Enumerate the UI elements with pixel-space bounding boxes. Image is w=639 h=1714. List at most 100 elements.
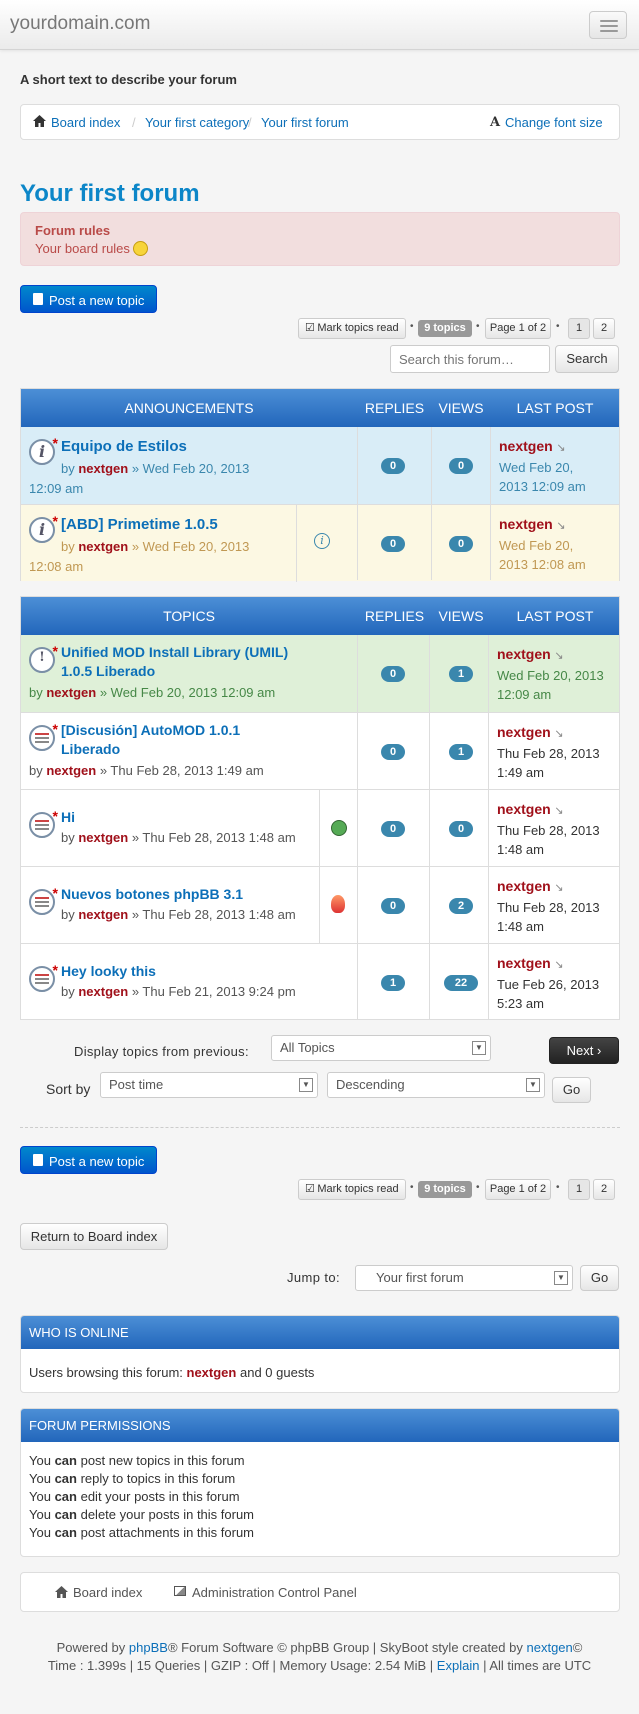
online-user-link[interactable]: nextgen — [187, 1365, 237, 1380]
sort-key-select[interactable]: Post time ▼ — [100, 1072, 318, 1098]
topic-byline: by nextgen » Thu Feb 28, 2013 1:48 am — [61, 830, 296, 845]
mark-topics-read-label: Mark topics read — [317, 1183, 399, 1195]
breadcrumb-board-index[interactable]: Board index — [51, 115, 120, 130]
topic-unread-icon[interactable]: * — [29, 721, 58, 751]
topic-unread-icon[interactable]: * — [29, 885, 58, 915]
page-of-indicator[interactable]: Page 1 of 2 — [485, 1179, 551, 1200]
view-latest-post-icon[interactable]: ↘ — [554, 805, 563, 817]
views-count: 2 — [449, 898, 473, 914]
last-post-author[interactable]: nextgen — [499, 516, 553, 532]
post-new-topic-button[interactable]: Post a new topic — [20, 285, 157, 313]
site-brand[interactable]: yourdomain.com — [10, 13, 150, 35]
sort-go-button[interactable]: Go — [552, 1077, 591, 1103]
checkbox-icon: ☑ — [305, 322, 315, 334]
mark-topics-read-button[interactable]: ☑ Mark topics read — [298, 318, 406, 339]
jump-go-button[interactable]: Go — [580, 1265, 619, 1291]
chevron-right-icon: › — [597, 1043, 602, 1058]
sort-by-label: Sort by — [46, 1081, 91, 1097]
by-label: by — [61, 539, 75, 554]
display-topics-select[interactable]: All Topics ▼ — [271, 1035, 491, 1061]
change-font-size-link[interactable]: Change font size — [505, 115, 603, 130]
jump-to-select[interactable]: Your first forum ▼ — [355, 1265, 573, 1291]
author-link[interactable]: nextgen — [78, 984, 128, 999]
mark-topics-read-button-bottom[interactable]: ☑ Mark topics read — [298, 1179, 406, 1200]
by-label: by — [29, 685, 43, 700]
view-latest-post-icon[interactable]: ↘ — [554, 882, 563, 894]
forum-permissions-panel: FORUM PERMISSIONS You can post new topic… — [20, 1408, 620, 1557]
last-post-date: Thu Feb 28, 2013 — [497, 823, 600, 838]
style-author-link[interactable]: nextgen — [527, 1640, 573, 1655]
who-is-online-title: WHO IS ONLINE — [21, 1316, 619, 1349]
post-new-topic-label: Post a new topic — [49, 1154, 145, 1169]
view-latest-post-icon[interactable]: ↘ — [554, 728, 563, 740]
timezone-text: | All times are UTC — [483, 1658, 592, 1673]
footer-board-index-link[interactable]: Board index — [73, 1585, 142, 1600]
phpbb-link[interactable]: phpBB — [129, 1640, 168, 1655]
view-latest-post-icon[interactable]: ↘ — [554, 959, 563, 971]
post-new-topic-button-bottom[interactable]: Post a new topic — [20, 1146, 157, 1174]
view-latest-post-icon[interactable]: ↘ — [554, 650, 563, 662]
topic-title[interactable]: Nuevos botones phpBB 3.1 — [61, 886, 243, 902]
topic-unread-icon[interactable]: * — [29, 808, 58, 838]
divider — [319, 867, 320, 944]
last-post-author[interactable]: nextgen — [497, 724, 551, 740]
last-post-author[interactable]: nextgen — [499, 438, 553, 454]
chevron-down-icon: ▼ — [526, 1078, 540, 1092]
replies-count: 1 — [381, 975, 405, 991]
last-post-author[interactable]: nextgen — [497, 646, 551, 662]
topic-title[interactable]: [ABD] Primetime 1.0.5 — [61, 516, 218, 533]
last-post-author[interactable]: nextgen — [497, 955, 551, 971]
pagination-page-2[interactable]: 2 — [593, 1179, 615, 1200]
last-post-author[interactable]: nextgen — [497, 801, 551, 817]
topic-title[interactable]: Hey looky this — [61, 963, 156, 979]
topic-date: » Thu Feb 28, 2013 1:49 am — [99, 763, 264, 778]
site-description: A short text to describe your forum — [20, 72, 237, 87]
topic-title[interactable]: Unified MOD Install Library (UMIL) — [61, 644, 288, 660]
replies-count: 0 — [381, 898, 405, 914]
col-divider — [490, 427, 491, 580]
search-forum-input[interactable] — [390, 345, 550, 373]
breadcrumb-forum[interactable]: Your first forum — [261, 115, 349, 130]
topic-title[interactable]: [Discusión] AutoMOD 1.0.1 — [61, 722, 240, 738]
topic-title-cont[interactable]: Liberado — [61, 741, 120, 757]
you: You — [29, 1453, 51, 1468]
topic-title-cont[interactable]: 1.0.5 Liberado — [61, 663, 155, 679]
view-latest-post-icon[interactable]: ↘ — [556, 520, 565, 532]
last-post-time: 1:48 am — [497, 842, 544, 857]
last-post-time: 1:49 am — [497, 765, 544, 780]
pagination-page-1[interactable]: 1 — [568, 318, 590, 339]
page-title[interactable]: Your first forum — [20, 180, 200, 208]
last-post-author[interactable]: nextgen — [497, 878, 551, 894]
author-link[interactable]: nextgen — [46, 763, 96, 778]
author-link[interactable]: nextgen — [78, 539, 128, 554]
menu-toggle-button[interactable] — [589, 11, 627, 39]
author-link[interactable]: nextgen — [78, 907, 128, 922]
breadcrumb-category[interactable]: Your first category — [145, 115, 249, 130]
page-of-indicator[interactable]: Page 1 of 2 — [485, 318, 551, 339]
author-link[interactable]: nextgen — [78, 830, 128, 845]
pagination-page-1[interactable]: 1 — [568, 1179, 590, 1200]
col-last-post: LAST POST — [516, 608, 594, 624]
global-announcement-icon[interactable]: i * — [29, 513, 58, 543]
announcement-icon[interactable]: i * — [29, 435, 58, 465]
author-link[interactable]: nextgen — [46, 685, 96, 700]
explain-link[interactable]: Explain — [437, 1658, 480, 1673]
topic-title[interactable]: Equipo de Estilos — [61, 438, 187, 455]
sort-order-select[interactable]: Descending ▼ — [327, 1072, 545, 1098]
copyright-mark: © — [572, 1640, 583, 1655]
can: can — [54, 1453, 77, 1468]
pagination-page-2[interactable]: 2 — [593, 318, 615, 339]
footer-acp-link[interactable]: Administration Control Panel — [192, 1585, 357, 1600]
view-latest-post-icon[interactable]: ↘ — [556, 442, 565, 454]
can: can — [54, 1525, 77, 1540]
topic-unread-icon[interactable]: * — [29, 962, 58, 992]
col-replies: REPLIES — [364, 400, 425, 416]
author-link[interactable]: nextgen — [78, 461, 128, 476]
search-button[interactable]: Search — [555, 345, 619, 373]
topic-title[interactable]: Hi — [61, 809, 75, 825]
return-board-index-button[interactable]: Return to Board index — [20, 1223, 168, 1250]
sticky-topic-icon[interactable]: ! * — [29, 643, 58, 673]
next-page-button[interactable]: Next › — [549, 1037, 619, 1064]
chevron-down-icon: ▼ — [299, 1078, 313, 1092]
last-post-info: nextgen ↘ Thu Feb 28, 2013 1:48 am — [497, 877, 600, 936]
